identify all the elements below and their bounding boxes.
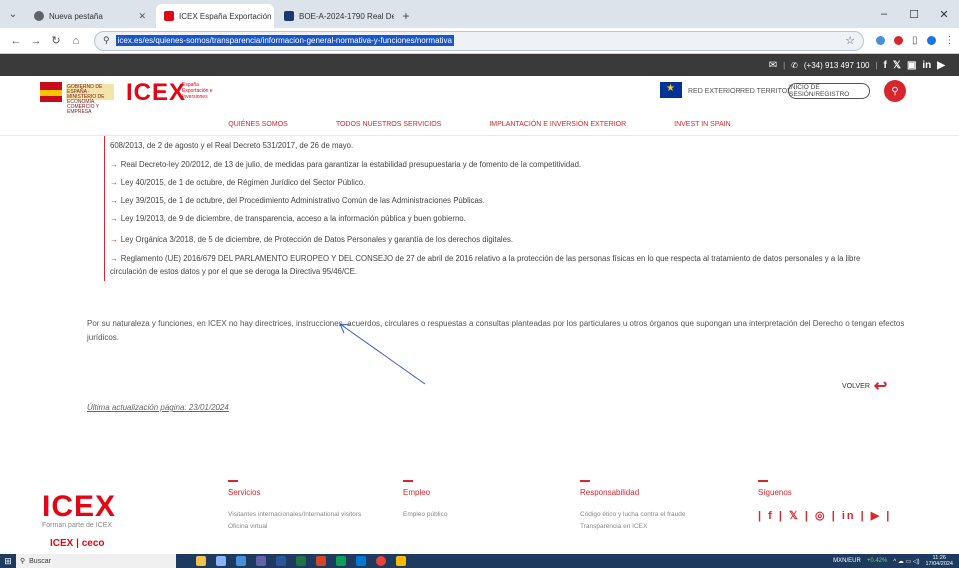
phone-number[interactable]: (+34) 913 497 100 — [804, 61, 870, 70]
footer-col-servicios: Servicios Visitantes internacionales/Int… — [228, 480, 361, 533]
footer-link[interactable]: Transparencia en ICEX — [580, 521, 686, 533]
app-icon[interactable] — [196, 556, 206, 566]
excel-icon[interactable] — [296, 556, 306, 566]
tab-title: BOE-A-2024-1790 Real Decreto — [299, 11, 394, 21]
footer-icex-logo[interactable]: ICEX — [42, 490, 116, 524]
spain-coat-of-arms-icon — [40, 82, 62, 102]
address-bar[interactable]: ⚲ icex.es/es/quienes-somos/transparencia… — [94, 30, 864, 51]
nav-quienes-somos[interactable]: QUIÉNES SOMOS — [204, 121, 312, 128]
app-icon[interactable] — [236, 556, 246, 566]
address-row: ← → ↻ ⌂ ⚲ icex.es/es/quienes-somos/trans… — [0, 28, 959, 54]
profile-avatar[interactable] — [926, 36, 936, 45]
red-exterior-link[interactable]: RED EXTERIOR — [688, 88, 741, 95]
tray-icons[interactable]: ^ ☁ ▭ ◁) — [893, 558, 919, 565]
footer-ceco-logo[interactable]: ICEX | ceco — [50, 538, 105, 549]
site-footer: ICEX Forman parte de ICEX ICEX | ceco Se… — [0, 466, 959, 554]
url-text[interactable]: icex.es/es/quienes-somos/transparencia/i… — [115, 35, 454, 46]
back-icon[interactable]: ← — [6, 31, 26, 51]
app-icon[interactable] — [336, 556, 346, 566]
nav-implantacion[interactable]: IMPLANTACIÓN E INVERSIÓN EXTERIOR — [465, 121, 650, 128]
linkedin-icon[interactable]: in — [922, 60, 931, 71]
taskbar-search[interactable]: ⚲ Buscar — [16, 554, 176, 568]
boe-favicon-icon — [284, 11, 294, 21]
os-taskbar: ⊞ ⚲ Buscar MXN/EUR +0.42% ^ ☁ ▭ ◁) 11:26… — [0, 554, 959, 568]
forward-icon[interactable]: → — [26, 31, 46, 51]
login-button[interactable]: INICIO DE SESIÓN/REGISTRO — [788, 83, 870, 99]
close-icon[interactable]: ✕ — [138, 11, 146, 22]
icex-logo-subtitle: España Exportación e Inversiones — [182, 82, 213, 100]
footer-social-icons[interactable]: | f | 𝕏 | ◎ | in | ▶ | — [758, 509, 891, 522]
currency-pair[interactable]: MXN/EUR — [833, 558, 861, 564]
close-window-button[interactable]: ✕ — [929, 0, 959, 28]
government-logo[interactable]: GOBIERNO DE ESPAÑA · MINISTERIO DE ECONO… — [66, 84, 114, 115]
home-icon[interactable]: ⌂ — [66, 31, 86, 51]
tab-new-tab[interactable]: Nueva pestaña ✕ — [26, 4, 154, 28]
outlook-icon[interactable] — [356, 556, 366, 566]
clock[interactable]: 11:26 17/04/2024 — [925, 555, 953, 567]
youtube-icon[interactable]: ▶ — [937, 60, 945, 71]
x-icon[interactable]: 𝕏 — [893, 60, 901, 71]
reload-icon[interactable]: ↻ — [46, 31, 66, 51]
maximize-button[interactable]: ☐ — [899, 0, 929, 28]
footer-link[interactable]: Oficina virtual — [228, 521, 361, 533]
app-icon[interactable] — [316, 556, 326, 566]
footer-heading: Empleo — [403, 488, 431, 497]
return-arrow-icon: ↩ — [873, 378, 888, 395]
footer-col-responsabilidad: Responsabilidad Código ético y lucha con… — [580, 480, 686, 533]
footer-heading: Servicios — [228, 488, 261, 497]
contact-bar: ✉ | ✆ (+34) 913 497 100 | f 𝕏 ▣ in ▶ — [0, 54, 959, 76]
new-tab-button[interactable]: + — [396, 4, 416, 28]
site-header: GOBIERNO DE ESPAÑA · MINISTERIO DE ECONO… — [0, 76, 959, 115]
tab-boe[interactable]: BOE-A-2024-1790 Real Decreto ✕ — [276, 4, 394, 28]
main-content: 608/2013, de 2 de agosto y el Real Decre… — [0, 136, 959, 554]
nav-servicios[interactable]: TODOS NUESTROS SERVICIOS — [312, 121, 466, 128]
footer-link[interactable]: Empleo público — [403, 509, 447, 521]
footer-link[interactable]: Visitantes internacionales/International… — [228, 509, 361, 521]
menu-icon[interactable]: ⋮ — [945, 35, 955, 46]
taskbar-apps — [196, 556, 406, 566]
phone-icon: ✆ — [791, 60, 798, 70]
icex-logo[interactable]: ICEX — [126, 79, 186, 107]
window-controls: – ☐ ✕ — [869, 0, 959, 28]
footer-formar-parte: Forman parte de ICEX — [42, 522, 113, 529]
tab-title: Nueva pestaña — [49, 11, 103, 21]
volver-button[interactable]: VOLVER ↩ — [842, 376, 887, 396]
sidepanel-icon[interactable]: ▯ — [912, 35, 918, 46]
chrome-icon[interactable] — [376, 556, 386, 566]
footer-col-siguenos: Síguenos | f | 𝕏 | ◎ | in | ▶ | — [758, 480, 891, 522]
nav-invest-in-spain[interactable]: INVEST IN SPAIN — [650, 121, 755, 128]
file-explorer-icon[interactable] — [396, 556, 406, 566]
app-icon[interactable] — [256, 556, 266, 566]
tab-list-icon[interactable]: ⌄ — [0, 0, 26, 28]
footer-heading: Síguenos — [758, 488, 792, 497]
browser-tab-strip: ⌄ Nueva pestaña ✕ ICEX España Exportació… — [0, 0, 959, 28]
app-icon[interactable] — [216, 556, 226, 566]
footer-link[interactable]: Código ético y lucha contra el fraude — [580, 509, 686, 521]
search-icon: ⚲ — [20, 558, 26, 565]
tab-icex[interactable]: ICEX España Exportación e Inve ✕ — [156, 4, 274, 28]
word-icon[interactable] — [276, 556, 286, 566]
mail-icon[interactable]: ✉ — [769, 60, 777, 71]
facebook-icon[interactable]: f — [884, 60, 887, 71]
windows-start-icon[interactable]: ⊞ — [0, 554, 16, 568]
bookmark-star-icon[interactable]: ☆ — [845, 34, 855, 47]
site-info-icon[interactable]: ⚲ — [103, 35, 110, 46]
eu-flag-icon — [660, 82, 682, 98]
footer-col-empleo: Empleo Empleo público — [403, 480, 447, 521]
main-nav: QUIÉNES SOMOS TODOS NUESTROS SERVICIOS I… — [0, 114, 959, 136]
extensions: ▯ ⋮ — [876, 35, 955, 46]
footer-heading: Responsabilidad — [580, 488, 640, 497]
search-icon[interactable]: ⚲ — [884, 80, 906, 102]
icex-favicon-icon — [164, 11, 174, 21]
extension-icon[interactable] — [876, 36, 885, 45]
currency-change: +0.42% — [866, 558, 888, 564]
extension-icon[interactable] — [894, 36, 903, 45]
minimize-button[interactable]: – — [869, 0, 899, 28]
system-tray: MXN/EUR +0.42% ^ ☁ ▭ ◁) 11:26 17/04/2024 — [833, 555, 959, 567]
chrome-favicon-icon — [34, 11, 44, 21]
tab-title: ICEX España Exportación e Inve — [179, 11, 274, 21]
instagram-icon[interactable]: ▣ — [907, 60, 916, 71]
last-updated: Última actualización página: 23/01/2024 — [87, 403, 229, 412]
